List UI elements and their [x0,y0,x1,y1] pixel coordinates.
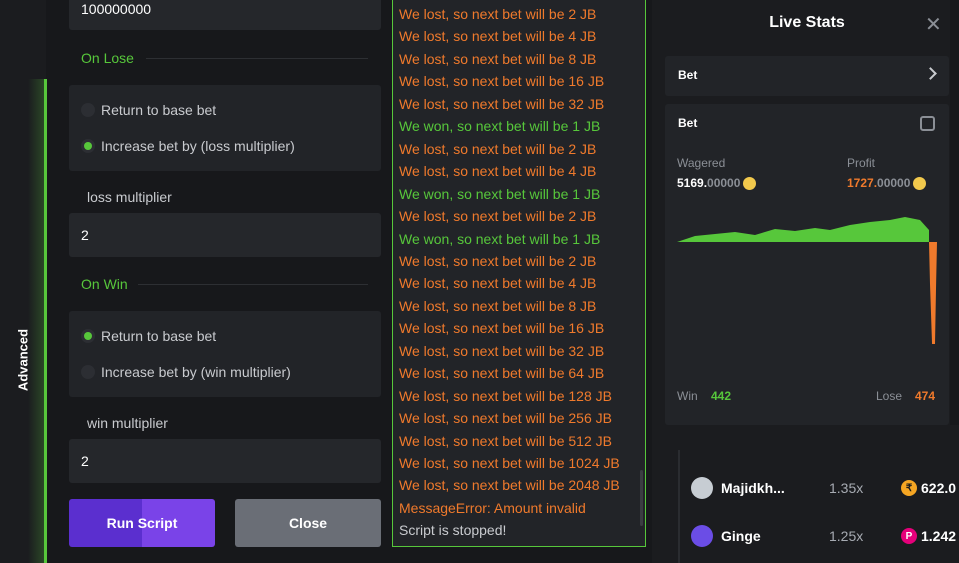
radio-button-selected[interactable] [81,139,95,153]
log-scrollbar[interactable] [640,470,643,526]
win-multiplier-label: win multiplier [87,415,168,431]
log-line: We lost, so next bet will be 16 JB [399,320,605,337]
option-label: Increase bet by (loss multiplier) [101,138,295,154]
log-line: We lost, so next bet will be 512 JB [399,432,612,449]
log-line: We lost, so next bet will be 2 JB [399,252,597,269]
page-edge [950,0,959,425]
log-line: We lost, so next bet will be 4 JB [399,275,597,292]
bet-selector[interactable]: Bet [665,56,949,96]
player-multiplier: 1.25x [829,528,864,544]
profit-area-positive [677,217,929,242]
close-button[interactable]: Close [235,499,381,547]
rupee-coin-icon: ₹ [901,480,917,496]
option-label: Increase bet by (win multiplier) [101,364,291,380]
script-log-panel[interactable]: We lost, so next bet will be 2 JB We lost… [392,0,646,547]
avatar [691,477,713,499]
on-win-increase-option[interactable]: Increase bet by (win multiplier) [81,364,291,380]
player-name: Ginge [721,528,761,544]
log-line: MessageError: Amount invalid [399,499,586,516]
log-line: We lost, so next bet will be 32 JB [399,95,605,112]
log-line: We lost, so next bet will be 2 JB [399,6,597,22]
on-win-return-option[interactable]: Return to base bet [81,328,216,344]
player-multiplier: 1.35x [829,480,864,496]
log-line: We won, so next bet will be 1 JB [399,118,601,135]
option-label: Return to base bet [101,102,217,118]
log-line: We lost, so next bet will be 128 JB [399,387,612,404]
on-win-heading: On Win [81,276,128,292]
on-lose-options: Return to base bet Increase bet by (loss… [69,85,381,171]
tab-advanced[interactable]: Advanced [8,300,38,420]
player-row[interactable]: Majidkh... 1.35x ₹ 622.0 [678,466,959,510]
loss-multiplier-label: loss multiplier [87,189,172,205]
radio-button[interactable] [81,365,95,379]
close-icon[interactable]: ✕ [925,12,942,37]
radio-button[interactable] [81,103,95,117]
amount-value: 622.0 [921,480,957,496]
live-stats-panel: Live Stats ✕ Bet Bet Wagered 5169. 00000 … [652,0,959,563]
log-line: We lost, so next bet will be 32 JB [399,342,605,359]
log-line: We lost, so next bet will be 2 JB [399,208,597,225]
tab-advanced-label: Advanced [15,328,31,392]
divider [146,58,368,59]
log-line: We won, so next bet will be 1 JB [399,185,601,202]
option-label: Return to base bet [101,328,217,344]
player-name: Majidkh... [721,480,785,496]
win-label: Win [677,389,698,403]
profit-area-negative [929,242,937,344]
on-lose-return-option[interactable]: Return to base bet [81,102,216,118]
win-count: 442 [711,389,732,403]
log-line: Script is stopped! [399,522,507,539]
player-amount: ₹ 622.0 [901,480,956,496]
on-lose-heading: On Lose [81,50,134,66]
live-stats-title: Live Stats [769,14,845,31]
base-bet-input[interactable]: 100000000 [69,0,381,30]
run-script-button[interactable]: Run Script [69,499,215,547]
win-multiplier-input[interactable]: 2 [69,439,381,483]
avatar [691,525,713,547]
script-runner-page: Advanced 100000000 On Lose Return to bas… [0,0,959,563]
lose-label: Lose [876,389,903,403]
log-line: We lost, so next bet will be 4 JB [399,28,597,45]
log-line: We lost, so next bet will be 1024 JB [399,455,620,471]
log-line: We lost, so next bet will be 64 JB [399,365,605,382]
on-lose-increase-option[interactable]: Increase bet by (loss multiplier) [81,138,295,154]
active-tab-indicator [44,79,47,563]
bet-selector-label: Bet [678,68,698,82]
loss-multiplier-input[interactable]: 2 [69,213,381,257]
divider [138,284,368,285]
log-line: We lost, so next bet will be 8 JB [399,297,597,314]
amount-value: 1.242 [921,528,957,544]
lose-count: 474 [915,389,936,403]
log-line: We lost, so next bet will be 2048 JB [399,477,620,494]
polkadot-coin-icon: P [901,528,917,544]
log-line: We lost, so next bet will be 16 JB [399,73,605,90]
radio-button-selected[interactable] [81,329,95,343]
log-line: We lost, so next bet will be 2 JB [399,140,597,157]
bet-stats-card: Bet Wagered 5169. 00000 Profit 1727. 00000… [665,104,949,425]
profit-chart [677,217,937,344]
log-line: We lost, so next bet will be 8 JB [399,50,597,67]
log-line: We won, so next bet will be 1 JB [399,230,601,247]
player-amount: P 1.242 [901,528,956,544]
player-row[interactable]: Ginge 1.25x P 1.242 [678,514,959,558]
log-line: We lost, so next bet will be 256 JB [399,410,612,427]
on-win-options: Return to base bet Increase bet by (win … [69,311,381,397]
chevron-right-icon [924,67,937,80]
log-line: We lost, so next bet will be 4 JB [399,163,597,180]
